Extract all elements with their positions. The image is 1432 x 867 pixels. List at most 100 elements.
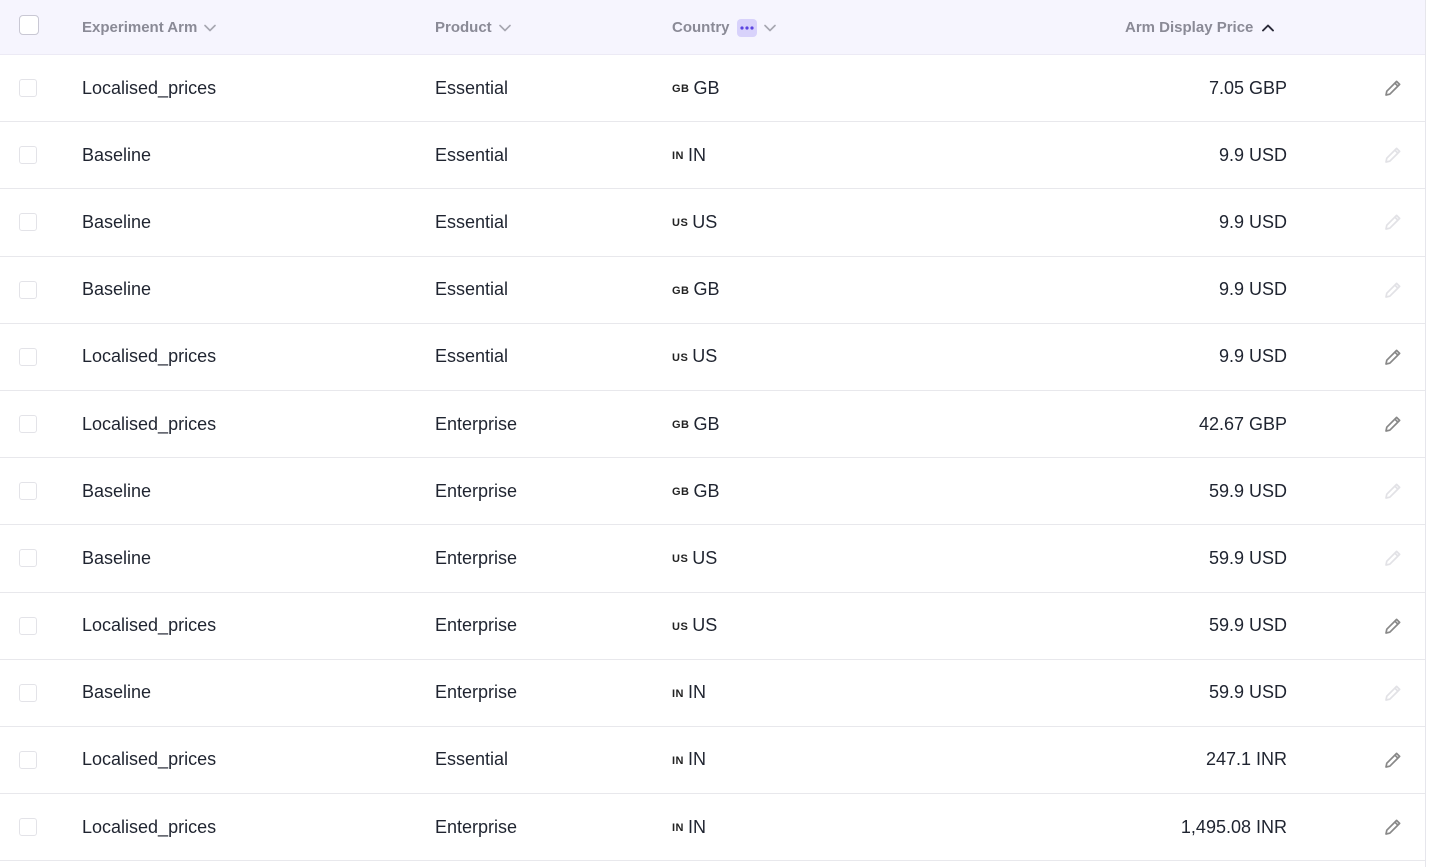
cell-product: Enterprise [435,547,518,568]
cell-experiment-arm: Baseline [82,547,152,568]
table-row[interactable]: Localised_prices Essential GB GB 7.05 GB… [0,55,1425,123]
cell-product: Enterprise [435,816,518,837]
edit-pencil-icon [1383,525,1403,591]
table-row[interactable]: Localised_prices Enterprise US US 59.9 U… [0,593,1425,660]
country-code: US [692,346,718,367]
cell-product: Essential [435,77,509,98]
column-header-arm-display-price[interactable]: Arm Display Price [1125,0,1275,55]
cell-product: Essential [435,144,509,165]
cell-experiment-arm: Baseline [82,279,152,300]
row-checkbox[interactable] [19,280,37,299]
cell-arm-display-price: 9.9 USD [1218,211,1287,232]
country-flag-icon: IN [672,150,684,163]
country-flag-icon: GB [672,486,690,499]
country-code: GB [693,77,720,98]
country-code: US [692,615,718,636]
edit-pencil-icon [1383,660,1403,726]
cell-experiment-arm: Localised_prices [82,413,217,434]
column-header-product[interactable]: Product [435,0,511,55]
country-flag-icon: GB [672,284,690,297]
chevron-down-icon[interactable] [498,24,511,32]
row-checkbox[interactable] [19,549,37,568]
country-code: IN [688,749,706,770]
cell-arm-display-price: 42.67 GBP [1198,413,1287,434]
row-checkbox[interactable] [19,79,37,97]
chevron-down-icon[interactable] [763,24,776,32]
country-flag-icon: GB [672,419,690,432]
country-code: IN [688,682,706,703]
cell-experiment-arm: Baseline [82,144,152,165]
table-row[interactable]: Baseline Enterprise GB GB 59.9 USD [0,458,1425,526]
edit-pencil-icon [1383,189,1403,255]
row-checkbox[interactable] [19,347,37,366]
edit-pencil-icon[interactable] [1383,727,1403,793]
cell-country: IN IN [672,794,706,860]
row-checkbox[interactable] [19,213,37,232]
table-header: Experiment Arm Product Country Arm Displ… [0,0,1425,55]
edit-pencil-icon[interactable] [1383,55,1403,121]
column-header-experiment-arm[interactable]: Experiment Arm [82,0,217,55]
column-header-label: Experiment Arm [82,19,198,36]
edit-pencil-icon[interactable] [1383,391,1403,457]
column-header-label: Country [672,19,730,36]
cell-country: IN IN [672,122,706,188]
cell-country: US US [672,324,717,390]
edit-pencil-icon [1383,122,1403,188]
country-flag-icon: GB [672,83,690,96]
table-row[interactable]: Baseline Essential IN IN 9.9 USD [0,122,1425,190]
cell-experiment-arm: Localised_prices [82,77,217,98]
row-checkbox[interactable] [19,146,37,165]
cell-country: GB GB [672,458,720,524]
country-flag-icon: US [672,351,689,364]
country-code: US [692,211,718,232]
row-checkbox[interactable] [19,683,37,702]
table-row[interactable]: Localised_prices Essential US US 9.9 USD [0,324,1425,391]
cell-arm-display-price: 59.9 USD [1208,615,1287,636]
cell-arm-display-price: 9.9 USD [1218,144,1287,165]
country-code: GB [693,413,720,434]
table-row[interactable]: Baseline Enterprise US US 59.9 USD [0,525,1425,593]
edit-pencil-icon [1383,257,1403,323]
chevron-up-icon[interactable] [1262,24,1275,32]
table-row[interactable]: Localised_prices Enterprise GB GB 42.67 … [0,391,1425,459]
table-row[interactable]: Localised_prices Enterprise IN IN 1,495.… [0,794,1425,862]
cell-experiment-arm: Localised_prices [82,346,217,367]
chevron-down-icon[interactable] [204,24,217,32]
row-checkbox[interactable] [19,750,37,769]
country-flag-icon: IN [672,822,684,835]
table-row[interactable]: Baseline Essential US US 9.9 USD [0,189,1425,257]
pricing-table: Experiment Arm Product Country Arm Displ… [0,0,1426,867]
row-checkbox[interactable] [19,482,37,501]
country-flag-icon: US [672,620,689,633]
column-header-label: Arm Display Price [1125,19,1254,36]
table-row[interactable]: Baseline Essential GB GB 9.9 USD [0,257,1425,324]
edit-pencil-icon[interactable] [1383,794,1403,860]
country-code: IN [688,144,706,165]
cell-product: Essential [435,749,509,770]
cell-experiment-arm: Baseline [82,211,152,232]
cell-arm-display-price: 247.1 INR [1205,749,1287,770]
country-code: US [692,547,718,568]
cell-product: Essential [435,211,509,232]
cell-arm-display-price: 9.9 USD [1218,346,1287,367]
row-checkbox[interactable] [19,818,37,837]
cell-arm-display-price: 9.9 USD [1218,279,1287,300]
edit-pencil-icon[interactable] [1383,324,1403,390]
row-checkbox[interactable] [19,616,37,635]
edit-pencil-icon[interactable] [1383,593,1403,659]
table-row[interactable]: Localised_prices Essential IN IN 247.1 I… [0,727,1425,795]
more-options-icon[interactable] [736,18,757,37]
table-row[interactable]: Baseline Enterprise IN IN 59.9 USD [0,660,1425,727]
cell-country: US US [672,593,717,659]
country-flag-icon: IN [672,687,684,700]
country-flag-icon: US [672,553,689,566]
cell-country: GB GB [672,391,720,457]
row-checkbox[interactable] [19,414,37,433]
country-flag-icon: US [672,217,689,230]
cell-product: Enterprise [435,413,518,434]
cell-arm-display-price: 59.9 USD [1208,480,1287,501]
country-code: GB [693,279,720,300]
cell-arm-display-price: 1,495.08 INR [1180,816,1287,837]
select-all-checkbox[interactable] [19,15,39,35]
column-header-country[interactable]: Country [672,0,776,55]
